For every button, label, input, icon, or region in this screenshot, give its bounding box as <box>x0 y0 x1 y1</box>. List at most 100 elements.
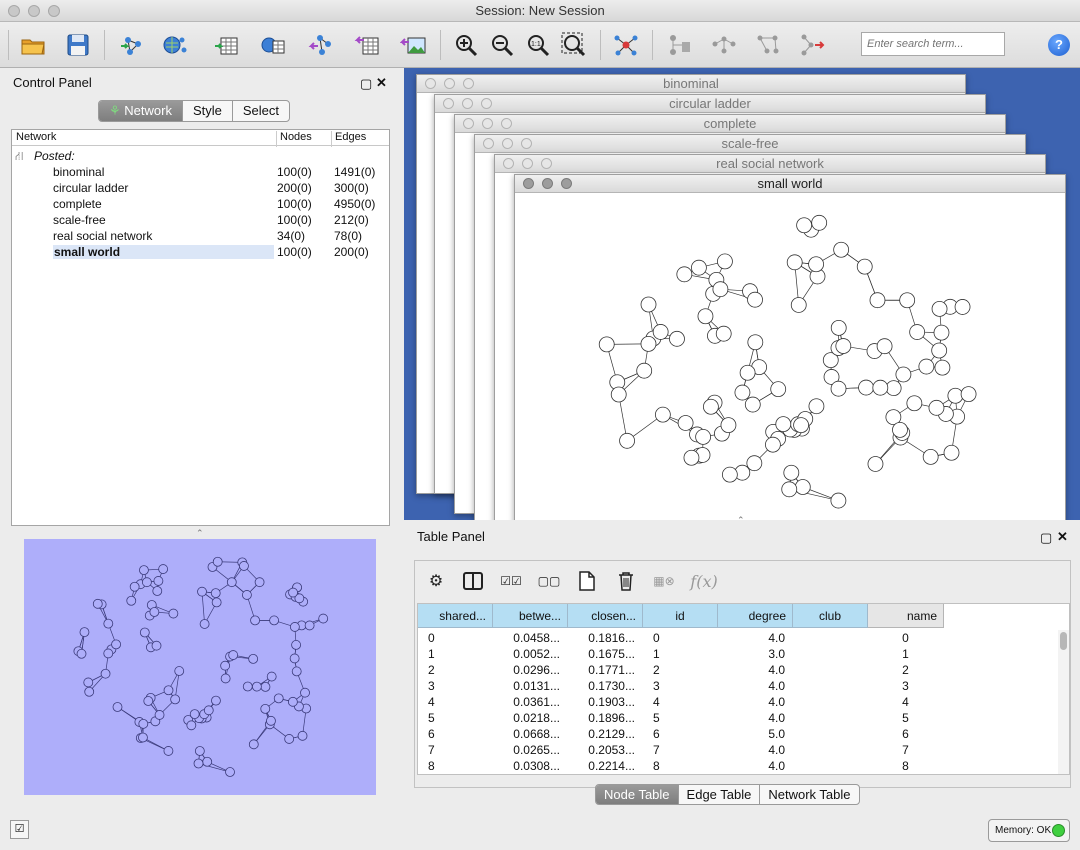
network-row[interactable]: circular ladder 200(0) 300(0) <box>12 180 389 196</box>
open-session-icon[interactable] <box>18 30 48 60</box>
table-cell[interactable]: 0.1896... <box>568 711 635 725</box>
table-cell[interactable]: 0 <box>428 631 435 645</box>
table-cell[interactable]: 2 <box>653 663 660 677</box>
select-all-icon[interactable]: ☑☑ <box>499 569 523 593</box>
table-row[interactable]: 2 0.0296... 0.1771... 2 4.0 2 <box>418 662 1058 678</box>
table-cell[interactable]: 0.0218... <box>493 711 560 725</box>
export-image-icon[interactable] <box>398 30 428 60</box>
table-row[interactable]: 1 0.0052... 0.1675... 1 3.0 1 <box>418 646 1058 662</box>
zoom-actual-icon[interactable]: 1:1 <box>523 30 553 60</box>
table-cell[interactable]: 0.2053... <box>568 743 635 757</box>
search-input[interactable] <box>861 32 1005 56</box>
table-cell[interactable]: 0.0458... <box>493 631 560 645</box>
table-cell[interactable]: 3 <box>653 679 660 693</box>
table-cell[interactable]: 0.0296... <box>493 663 560 677</box>
table-cell[interactable]: 0.2214... <box>568 759 635 773</box>
table-cell[interactable]: 6 <box>653 727 660 741</box>
column-header[interactable]: shared... <box>418 604 493 628</box>
table-cell[interactable]: 7 <box>428 743 435 757</box>
table-cell[interactable]: 4 <box>653 695 660 709</box>
columns-icon[interactable] <box>461 569 485 593</box>
import-table-file-icon[interactable] <box>212 30 242 60</box>
table-row[interactable]: 4 0.0361... 0.1903... 4 4.0 4 <box>418 694 1058 710</box>
table-row[interactable]: 5 0.0218... 0.1896... 5 4.0 5 <box>418 710 1058 726</box>
table-cell[interactable]: 0.1730... <box>568 679 635 693</box>
float-panel-icon[interactable]: ▢ <box>360 76 372 92</box>
deselect-all-icon[interactable]: ▢▢ <box>537 569 561 593</box>
network-row[interactable]: scale-free 100(0) 212(0) <box>12 212 389 228</box>
network-from-selection-icon[interactable] <box>611 30 641 60</box>
export-network-icon[interactable] <box>306 30 336 60</box>
table-cell[interactable]: 6 <box>868 727 943 741</box>
column-header[interactable]: degree <box>718 604 793 628</box>
tab-edge-table[interactable]: Edge Table <box>677 785 760 804</box>
column-header-edges[interactable]: Edges <box>331 131 366 147</box>
table-cell[interactable]: 7 <box>653 743 660 757</box>
table-cell[interactable]: 0.0668... <box>493 727 560 741</box>
table-cell[interactable]: 8 <box>428 759 435 773</box>
minimize-window-button[interactable] <box>28 5 40 17</box>
zoom-out-icon[interactable] <box>487 30 517 60</box>
splitter-handle[interactable]: ⌃ <box>196 528 204 539</box>
table-cell[interactable]: 0.0052... <box>493 647 560 661</box>
help-icon[interactable]: ? <box>1048 34 1070 56</box>
scrollbar-thumb[interactable] <box>1060 632 1067 650</box>
table-row[interactable]: 7 0.0265... 0.2053... 7 4.0 7 <box>418 742 1058 758</box>
network-window-active[interactable]: small world <box>514 174 1066 520</box>
table-cell[interactable]: 0.1771... <box>568 663 635 677</box>
table-cell[interactable]: 5 <box>428 711 435 725</box>
table-cell[interactable]: 5 <box>653 711 660 725</box>
zoom-window-button[interactable] <box>48 5 60 17</box>
table-cell[interactable]: 0.0308... <box>493 759 560 773</box>
table-cell[interactable]: 4.0 <box>718 631 785 645</box>
table-cell[interactable]: 7 <box>868 743 943 757</box>
table-row[interactable]: 8 0.0308... 0.2214... 8 4.0 8 <box>418 758 1058 774</box>
table-row[interactable]: 3 0.0131... 0.1730... 3 4.0 3 <box>418 678 1058 694</box>
network-row[interactable]: complete 100(0) 4950(0) <box>12 196 389 212</box>
table-cell[interactable]: 4 <box>868 695 943 709</box>
table-cell[interactable]: 2 <box>868 663 943 677</box>
table-cell[interactable]: 4 <box>428 695 435 709</box>
network-row-selected[interactable]: small world 100(0) 200(0) <box>12 244 389 260</box>
table-cell[interactable]: 4.0 <box>718 743 785 757</box>
column-header[interactable]: closen... <box>568 604 643 628</box>
table-cell[interactable]: 0.0361... <box>493 695 560 709</box>
table-cell[interactable]: 1 <box>653 647 660 661</box>
table-cell[interactable]: 4.0 <box>718 663 785 677</box>
table-cell[interactable]: 0.1816... <box>568 631 635 645</box>
table-cell[interactable]: 0 <box>868 631 943 645</box>
column-header[interactable]: name <box>868 604 944 628</box>
table-cell[interactable]: 0.1675... <box>568 647 635 661</box>
table-scrollbar[interactable] <box>1058 630 1069 774</box>
table-cell[interactable]: 0.1903... <box>568 695 635 709</box>
table-cell[interactable]: 4.0 <box>718 759 785 773</box>
table-row[interactable]: 6 0.0668... 0.2129... 6 5.0 6 <box>418 726 1058 742</box>
zoom-fit-icon[interactable] <box>559 30 589 60</box>
table-cell[interactable]: 8 <box>653 759 660 773</box>
column-header[interactable]: id <box>643 604 718 628</box>
save-session-icon[interactable] <box>63 30 93 60</box>
close-panel-icon[interactable]: ✕ <box>1057 529 1068 545</box>
table-cell[interactable]: 5 <box>868 711 943 725</box>
memory-status-button[interactable]: Memory: OK <box>988 819 1070 842</box>
table-cell[interactable]: 4.0 <box>718 695 785 709</box>
table-cell[interactable]: 3 <box>868 679 943 693</box>
layout-2-icon[interactable] <box>753 30 783 60</box>
layout-3-icon[interactable] <box>797 30 827 60</box>
network-row[interactable]: binominal 100(0) 1491(0) <box>12 164 389 180</box>
network-row[interactable]: real social network 34(0) 78(0) <box>12 228 389 244</box>
tab-node-table[interactable]: Node Table <box>596 785 678 804</box>
float-panel-icon[interactable]: ▢ <box>1040 530 1052 546</box>
table-cell[interactable]: 0.2129... <box>568 727 635 741</box>
column-header[interactable]: betwe... <box>493 604 568 628</box>
table-cell[interactable]: 3.0 <box>718 647 785 661</box>
network-group-row[interactable]: ⛙ Posted: <box>12 148 389 164</box>
table-cell[interactable]: 5.0 <box>718 727 785 741</box>
table-cell[interactable]: 1 <box>428 647 435 661</box>
delete-icon[interactable] <box>614 569 638 593</box>
tab-network-table[interactable]: Network Table <box>759 785 858 804</box>
column-header-network[interactable]: Network <box>16 131 56 143</box>
table-cell[interactable]: 4.0 <box>718 679 785 693</box>
zoom-in-icon[interactable] <box>451 30 481 60</box>
import-network-url-icon[interactable] <box>160 30 190 60</box>
